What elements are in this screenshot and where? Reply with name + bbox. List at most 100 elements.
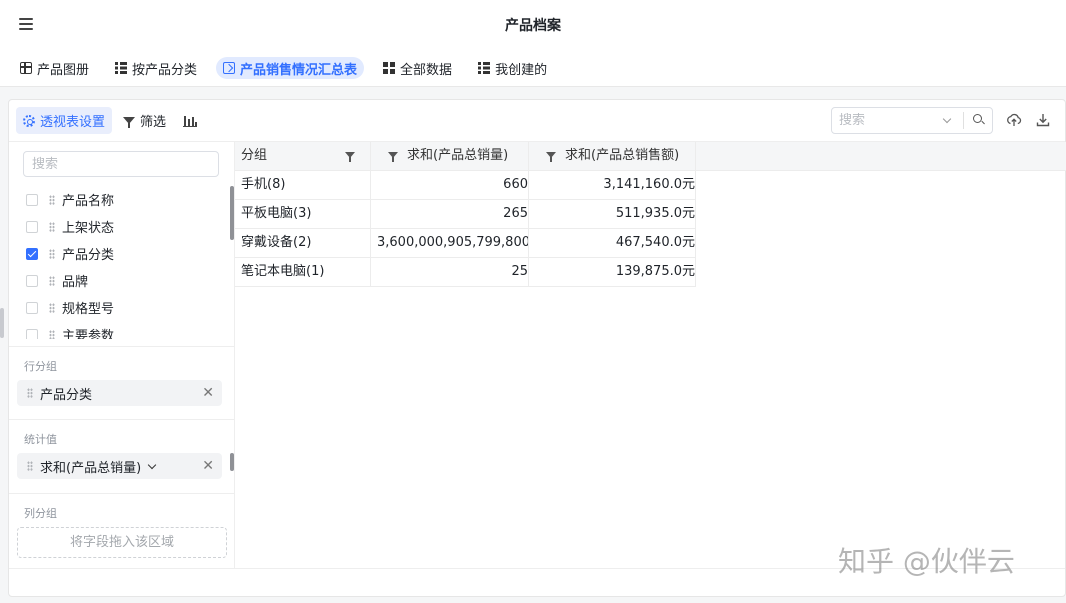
drag-handle-icon[interactable]	[49, 221, 55, 232]
checkbox[interactable]	[26, 193, 38, 206]
filter-icon[interactable]	[546, 152, 556, 162]
divider	[9, 419, 235, 420]
field-label: 品牌	[62, 275, 89, 290]
scrollbar[interactable]	[230, 186, 234, 240]
table-cell[interactable]: 25	[371, 258, 529, 287]
filter-label: 筛选	[140, 115, 167, 130]
field-item[interactable]: 规格型号	[26, 294, 114, 321]
checkbox-checked[interactable]	[26, 247, 38, 260]
watermark: 知乎 @伙伴云	[838, 545, 1015, 578]
table-cell[interactable]: 467,540.0元	[529, 229, 696, 258]
chart-button[interactable]	[176, 107, 204, 134]
chevron-down-icon[interactable]	[147, 460, 157, 469]
divider	[963, 112, 964, 129]
grid-icon	[20, 62, 32, 74]
field-label: 上架状态	[62, 221, 115, 236]
drag-handle-icon[interactable]	[27, 388, 33, 398]
filter-icon[interactable]	[345, 152, 355, 162]
pivot-toolbar: 透视表设置 筛选	[9, 100, 1065, 142]
chip-label: 求和(产品总销量)	[40, 460, 142, 476]
drag-handle-icon[interactable]	[49, 248, 55, 259]
table-cell[interactable]: 139,875.0元	[529, 258, 696, 287]
tab-sales-summary[interactable]: 产品销售情况汇总表	[216, 57, 365, 79]
filter-button[interactable]: 筛选	[116, 107, 173, 134]
table-cell[interactable]: 平板电脑(3)	[235, 200, 371, 229]
column-group-dropzone[interactable]: 将字段拖入该区域	[17, 527, 227, 558]
tab-created-by-me[interactable]: 我创建的	[471, 57, 554, 79]
drag-handle-icon[interactable]	[49, 275, 55, 286]
tab-label: 产品图册	[37, 62, 90, 78]
column-header-sales-qty[interactable]: 求和(产品总销量)	[371, 142, 529, 171]
resize-handle[interactable]	[0, 308, 4, 338]
tab-label: 我创建的	[495, 62, 548, 78]
field-search-input[interactable]	[23, 151, 219, 177]
close-icon[interactable]: ✕	[202, 385, 214, 401]
checkbox[interactable]	[26, 328, 38, 339]
close-icon[interactable]: ✕	[202, 458, 214, 474]
checkbox[interactable]	[26, 301, 38, 314]
table-cell[interactable]: 手机(8)	[235, 171, 371, 200]
tab-all-data[interactable]: 全部数据	[376, 57, 459, 79]
top-bar: 产品档案	[0, 0, 1066, 50]
table-cell[interactable]: 265	[371, 200, 529, 229]
page-title: 产品档案	[505, 18, 561, 34]
pivot-settings-label: 透视表设置	[40, 115, 106, 130]
table-cell[interactable]: 511,935.0元	[529, 200, 696, 229]
header-label: 分组	[241, 148, 268, 163]
field-list: 产品名称 上架状态 产品分类 品牌 规格型号 主要参数	[9, 185, 235, 339]
checkbox[interactable]	[26, 274, 38, 287]
chip-label: 产品分类	[40, 387, 93, 403]
column-header-sales-amount[interactable]: 求和(产品总销售额)	[529, 142, 696, 171]
table-cell[interactable]: 笔记本电脑(1)	[235, 258, 371, 287]
table-icon	[478, 62, 491, 74]
chevron-down-icon[interactable]	[942, 114, 952, 124]
row-group-label: 行分组	[24, 360, 57, 373]
field-label: 主要参数	[62, 329, 115, 339]
header-label: 求和(产品总销量)	[407, 148, 509, 163]
field-label: 规格型号	[62, 302, 115, 317]
tab-label: 按产品分类	[132, 62, 198, 78]
table-cell[interactable]: 3,600,000,905,799,800	[371, 229, 529, 258]
table-cell[interactable]: 3,141,160.0元	[529, 171, 696, 200]
search-box	[831, 107, 993, 134]
tab-label: 产品销售情况汇总表	[240, 62, 358, 78]
checkbox[interactable]	[26, 220, 38, 233]
table-icon	[115, 62, 128, 74]
quad-icon	[383, 62, 396, 74]
header-label: 求和(产品总销售额)	[565, 148, 680, 163]
pivot-panel: 透视表设置 筛选 搜索 搜索 产品名称 上架状态 产品分类 品牌 规格型号 主要…	[8, 99, 1066, 597]
column-header-group[interactable]: 分组	[235, 142, 371, 171]
filter-icon[interactable]	[388, 152, 398, 162]
drag-handle-icon[interactable]	[49, 194, 55, 205]
field-label: 产品名称	[62, 194, 115, 209]
header-filler	[696, 142, 1066, 171]
field-item[interactable]: 品牌	[26, 267, 88, 294]
tab-label: 全部数据	[400, 62, 453, 78]
gear-icon	[23, 114, 35, 127]
drag-handle-icon[interactable]	[27, 461, 33, 471]
field-item[interactable]: 上架状态	[26, 213, 114, 240]
drag-handle-icon[interactable]	[49, 302, 55, 313]
download-icon[interactable]	[1035, 112, 1051, 128]
pivot-settings-button[interactable]: 透视表设置	[16, 107, 113, 134]
table-cell[interactable]: 穿戴设备(2)	[235, 229, 371, 258]
column-group-label: 列分组	[24, 507, 57, 520]
field-item[interactable]: 主要参数	[26, 321, 114, 339]
upload-icon[interactable]	[1006, 112, 1022, 128]
table-cell[interactable]: 660	[371, 171, 529, 200]
values-label: 统计值	[24, 433, 57, 446]
tab-product-album[interactable]: 产品图册	[13, 57, 96, 79]
view-tabs: 产品图册 按产品分类 产品销售情况汇总表 全部数据 我创建的	[0, 50, 1066, 87]
field-item[interactable]: 产品名称	[26, 186, 114, 213]
divider	[9, 493, 235, 494]
scrollbar[interactable]	[230, 453, 234, 471]
field-item[interactable]: 产品分类	[26, 240, 114, 267]
row-group-chip[interactable]: 产品分类 ✕	[17, 380, 222, 406]
search-input[interactable]	[839, 113, 939, 128]
tab-by-category[interactable]: 按产品分类	[108, 57, 204, 79]
pivot-config-sidebar: 产品名称 上架状态 产品分类 品牌 规格型号	[9, 142, 235, 568]
drag-handle-icon[interactable]	[49, 329, 55, 339]
divider	[9, 346, 235, 347]
search-icon[interactable]	[973, 114, 982, 123]
value-chip[interactable]: 求和(产品总销量) ✕	[17, 453, 222, 479]
